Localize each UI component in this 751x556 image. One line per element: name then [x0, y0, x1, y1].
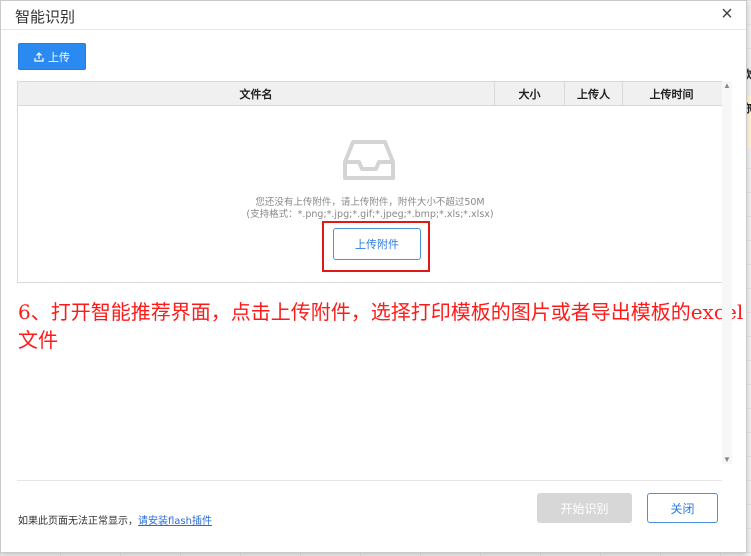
table-header: 文件名 大小 上传人 上传时间: [18, 82, 722, 106]
smart-recognition-dialog: 智能识别 × 上传 文件名 大小 上传人 上传时间 您还没有上传附件，请上传附件…: [0, 0, 747, 553]
start-recognition-button[interactable]: 开始识别: [537, 493, 632, 523]
scrollbar[interactable]: ▲ ▼: [722, 81, 732, 464]
upload-attachment-button[interactable]: 上传附件: [333, 228, 421, 260]
dialog-header: 智能识别 ×: [1, 1, 746, 30]
footer-divider: [17, 480, 722, 481]
upload-button-label: 上传: [48, 50, 70, 64]
scroll-down-icon[interactable]: ▼: [722, 455, 732, 464]
close-button[interactable]: 关闭: [647, 493, 718, 523]
column-header-filename[interactable]: 文件名: [18, 82, 495, 105]
tutorial-annotation: 6、打开智能推荐界面，点击上传附件，选择打印模板的图片或者导出模板的excel文…: [18, 300, 744, 352]
scroll-up-icon[interactable]: ▲: [722, 81, 732, 90]
empty-inbox-icon: [343, 140, 395, 180]
flash-tip-text: 如果此页面无法正常显示，: [18, 516, 138, 527]
column-header-size[interactable]: 大小: [495, 82, 565, 105]
column-header-upload-time[interactable]: 上传时间: [623, 82, 720, 105]
install-flash-link[interactable]: 请安装flash插件: [138, 516, 212, 527]
attachment-table: 文件名 大小 上传人 上传时间 您还没有上传附件，请上传附件，附件大小不超过50…: [17, 81, 723, 283]
dialog-title: 智能识别: [15, 8, 76, 26]
column-header-uploader[interactable]: 上传人: [565, 82, 623, 105]
upload-icon: [34, 51, 44, 62]
supported-formats-text: (支持格式：*.png;*.jpg;*.gif;*.jpeg;*.bmp;*.x…: [246, 209, 494, 220]
flash-tip: 如果此页面无法正常显示，请安装flash插件: [18, 512, 212, 527]
upload-button[interactable]: 上传: [18, 43, 86, 70]
close-icon[interactable]: ×: [716, 3, 738, 25]
